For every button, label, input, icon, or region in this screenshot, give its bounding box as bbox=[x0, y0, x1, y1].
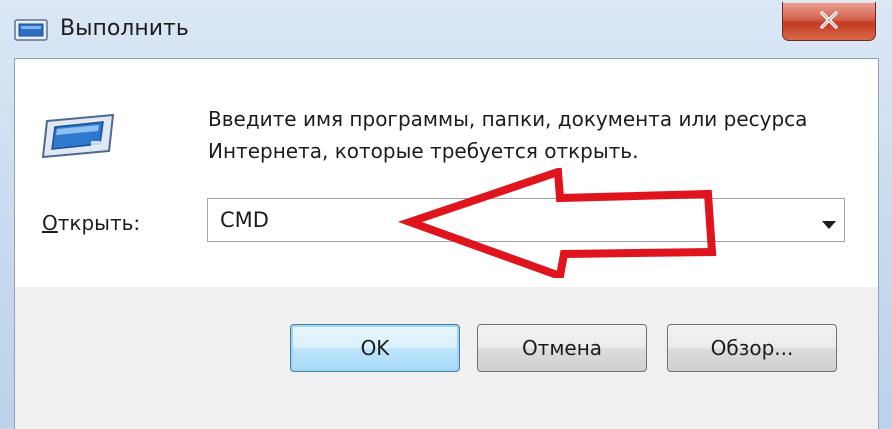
instruction-line-2: Интернета, которые требуется открыть. bbox=[208, 139, 639, 163]
run-icon bbox=[14, 18, 48, 42]
red-arrow-left-icon bbox=[390, 166, 730, 282]
cancel-button[interactable]: Отмена bbox=[477, 324, 647, 372]
instruction-line-1: Введите имя программы, папки, документа … bbox=[208, 107, 808, 131]
ok-button[interactable]: OK bbox=[290, 324, 460, 372]
instruction-text: Введите имя программы, папки, документа … bbox=[208, 103, 858, 167]
run-dialog-window: Выполнить Введите имя программы, папки, … bbox=[0, 0, 892, 429]
open-label-accelerator: О bbox=[42, 211, 58, 235]
close-icon bbox=[820, 11, 838, 29]
run-program-icon bbox=[39, 111, 119, 167]
open-label: Открыть: bbox=[42, 209, 140, 237]
open-label-text: ткрыть: bbox=[57, 211, 141, 235]
close-button[interactable] bbox=[782, 2, 876, 41]
open-input[interactable]: CMD bbox=[220, 207, 269, 233]
browse-button[interactable]: Обзор... bbox=[667, 324, 837, 372]
title-bar[interactable]: Выполнить bbox=[0, 0, 892, 58]
chevron-down-icon[interactable] bbox=[822, 215, 836, 234]
window-title: Выполнить bbox=[60, 16, 189, 41]
